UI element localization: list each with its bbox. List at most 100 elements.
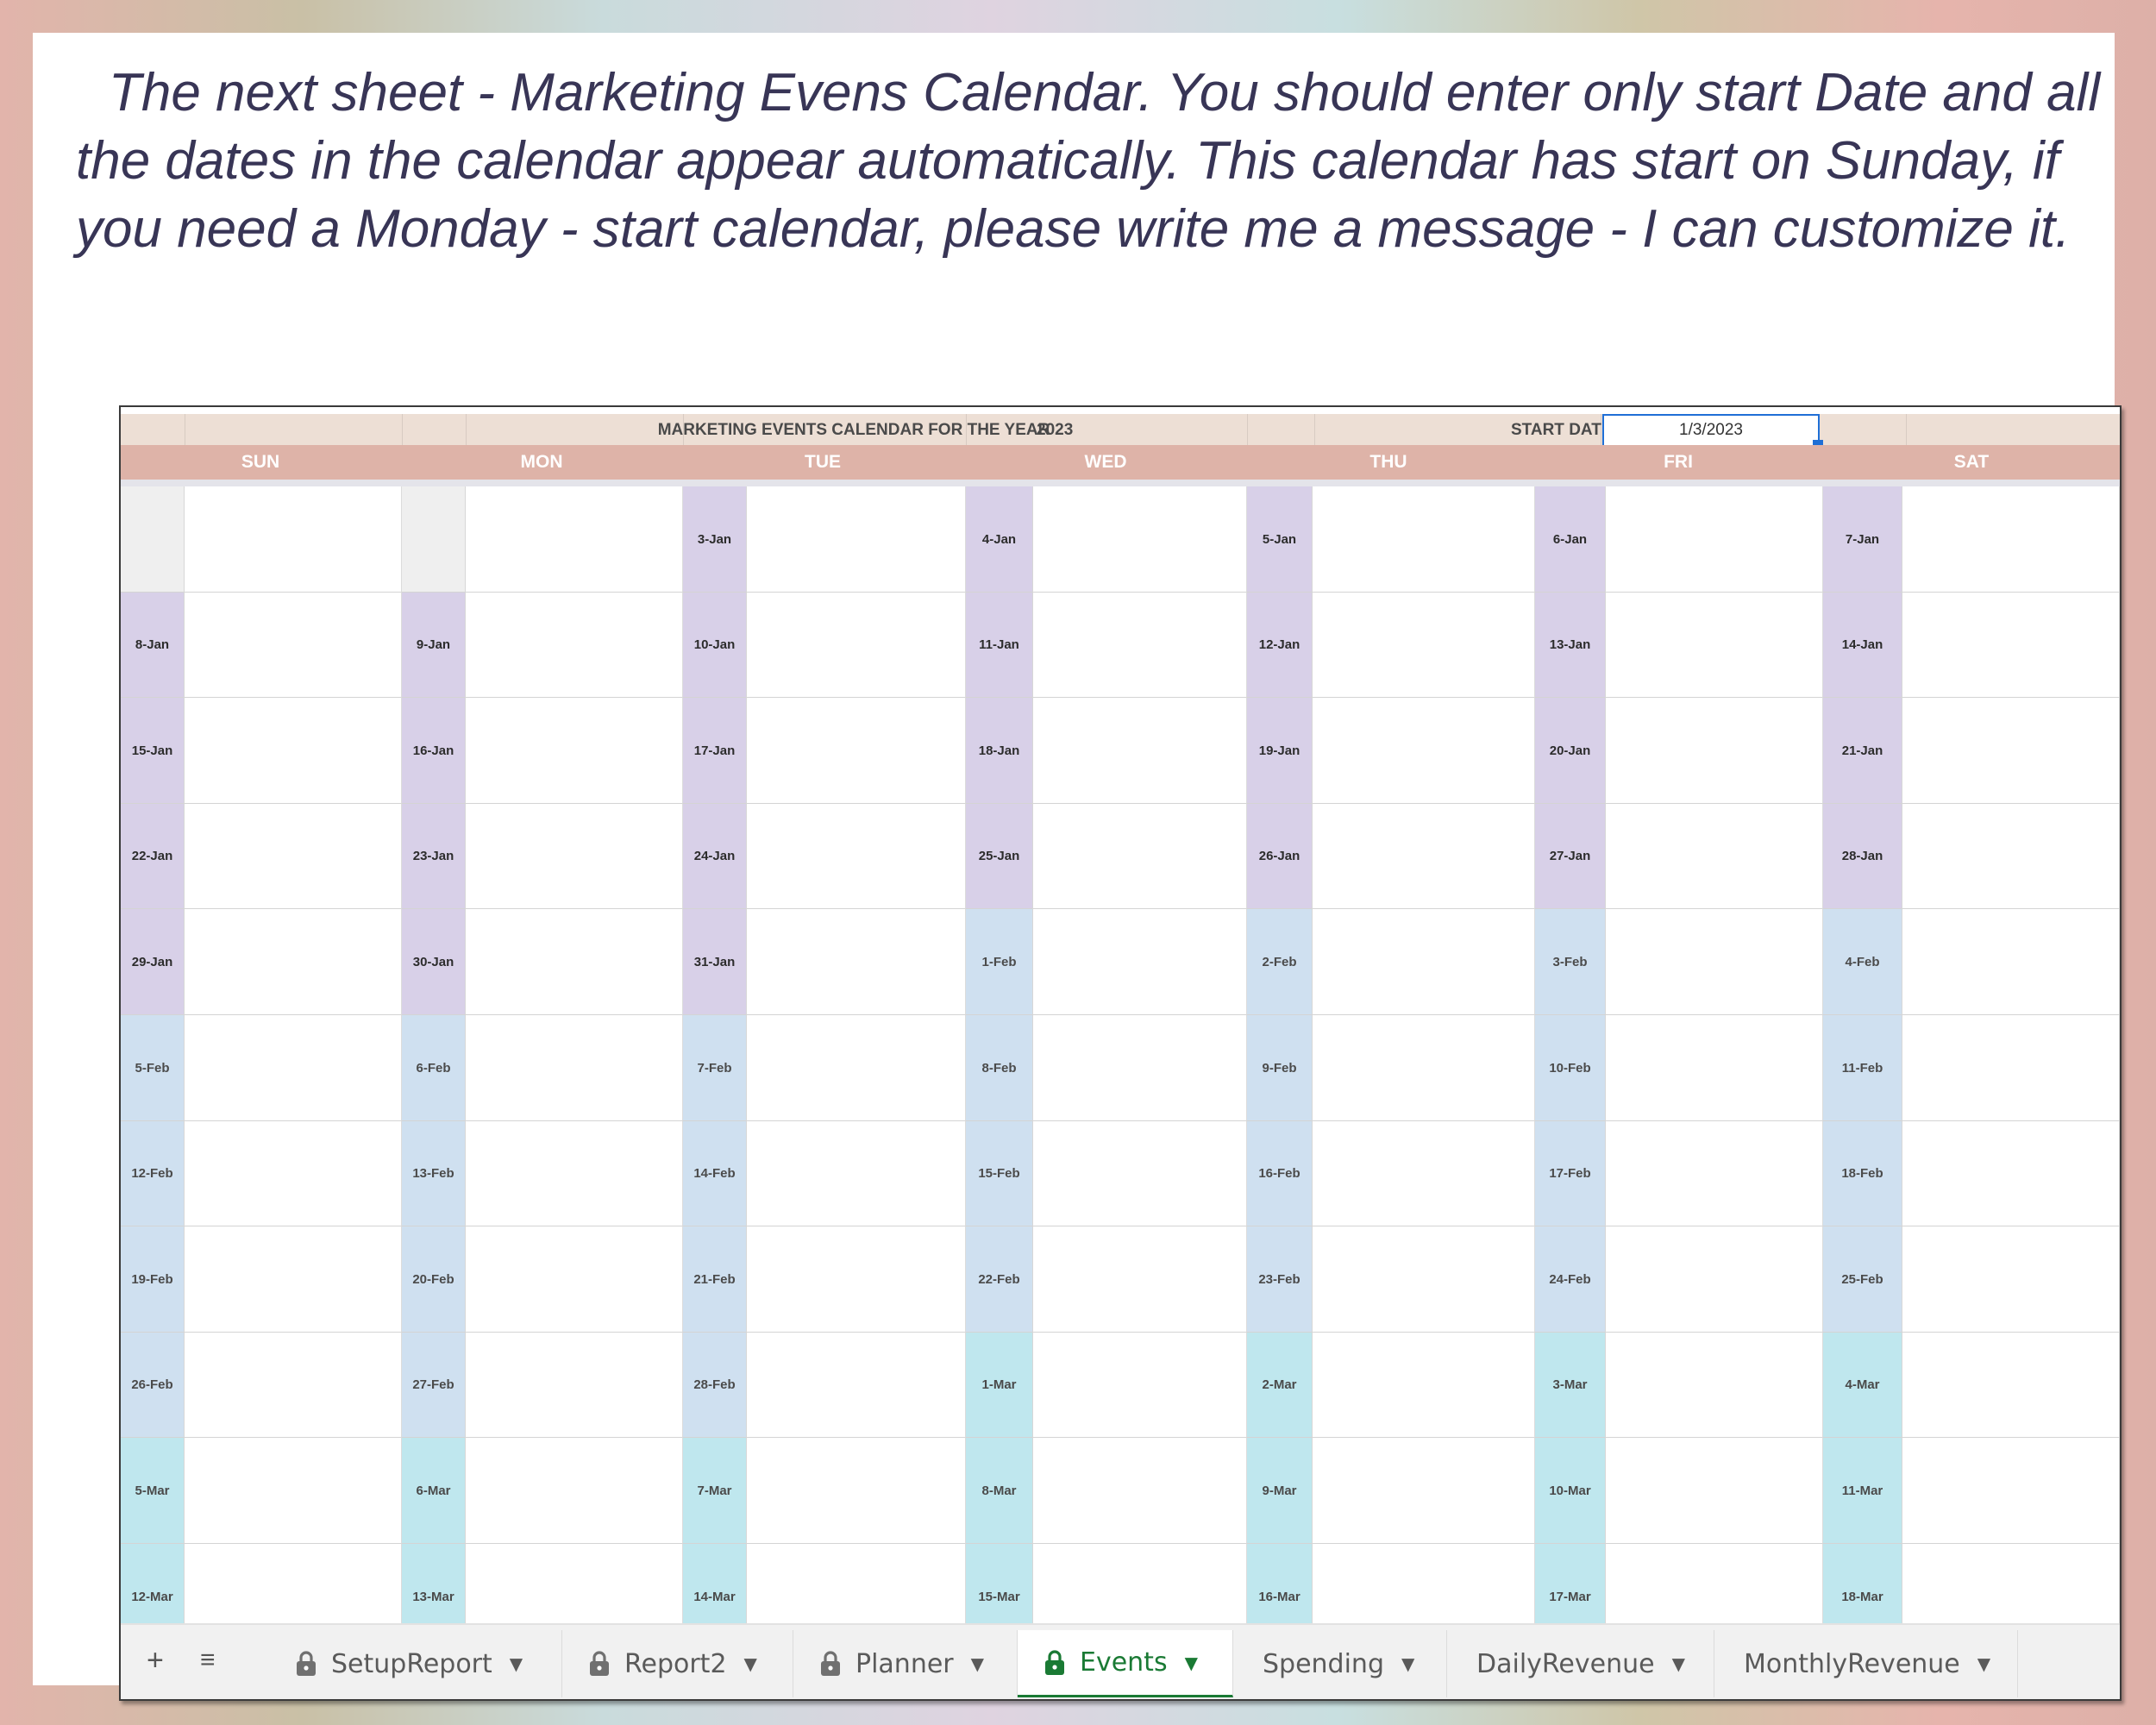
- date-cell[interactable]: 3-Mar: [1535, 1333, 1606, 1438]
- event-note-cell[interactable]: [1606, 1121, 1823, 1226]
- event-note-cell[interactable]: [747, 593, 966, 698]
- event-note-cell[interactable]: [1606, 698, 1823, 804]
- date-cell[interactable]: 9-Jan: [402, 593, 466, 698]
- date-cell[interactable]: 17-Jan: [683, 698, 747, 804]
- date-cell[interactable]: 10-Mar: [1535, 1438, 1606, 1544]
- date-cell[interactable]: 14-Feb: [683, 1121, 747, 1226]
- event-note-cell[interactable]: [1902, 1333, 2120, 1438]
- tab-planner[interactable]: Planner ▼: [793, 1630, 1018, 1697]
- date-cell[interactable]: 21-Feb: [683, 1226, 747, 1333]
- date-cell[interactable]: 15-Jan: [121, 698, 185, 804]
- event-note-cell[interactable]: [185, 1121, 402, 1226]
- date-cell[interactable]: 4-Mar: [1823, 1333, 1902, 1438]
- event-note-cell[interactable]: [1313, 804, 1535, 909]
- date-cell[interactable]: 4-Feb: [1823, 909, 1902, 1015]
- event-note-cell[interactable]: [466, 1333, 683, 1438]
- event-note-cell[interactable]: [747, 486, 966, 593]
- event-note-cell[interactable]: [747, 804, 966, 909]
- date-cell[interactable]: [402, 486, 466, 593]
- event-note-cell[interactable]: [185, 1226, 402, 1333]
- date-cell[interactable]: 22-Feb: [966, 1226, 1033, 1333]
- event-note-cell[interactable]: [1902, 1438, 2120, 1544]
- event-note-cell[interactable]: [1606, 1015, 1823, 1121]
- event-note-cell[interactable]: [747, 1438, 966, 1544]
- event-note-cell[interactable]: [466, 1226, 683, 1333]
- caret-down-icon[interactable]: ▼: [744, 1653, 757, 1674]
- date-cell[interactable]: 22-Jan: [121, 804, 185, 909]
- date-cell[interactable]: 25-Feb: [1823, 1226, 1902, 1333]
- event-note-cell[interactable]: [1313, 1333, 1535, 1438]
- date-cell[interactable]: 31-Jan: [683, 909, 747, 1015]
- date-cell[interactable]: 14-Jan: [1823, 593, 1902, 698]
- event-note-cell[interactable]: [1033, 1333, 1247, 1438]
- event-note-cell[interactable]: [747, 1015, 966, 1121]
- date-cell[interactable]: 26-Feb: [121, 1333, 185, 1438]
- date-cell[interactable]: 9-Mar: [1247, 1438, 1313, 1544]
- date-cell[interactable]: 5-Mar: [121, 1438, 185, 1544]
- start-date-input[interactable]: 1/3/2023: [1602, 414, 1820, 447]
- tab-events[interactable]: Events ▼: [1018, 1630, 1233, 1697]
- date-cell[interactable]: 23-Jan: [402, 804, 466, 909]
- event-note-cell[interactable]: [1033, 593, 1247, 698]
- event-note-cell[interactable]: [747, 698, 966, 804]
- event-note-cell[interactable]: [1033, 1015, 1247, 1121]
- event-note-cell[interactable]: [466, 593, 683, 698]
- event-note-cell[interactable]: [1033, 486, 1247, 593]
- event-note-cell[interactable]: [1313, 1015, 1535, 1121]
- date-cell[interactable]: 4-Jan: [966, 486, 1033, 593]
- event-note-cell[interactable]: [466, 1015, 683, 1121]
- caret-down-icon[interactable]: ▼: [1401, 1653, 1414, 1674]
- event-note-cell[interactable]: [1033, 1226, 1247, 1333]
- date-cell[interactable]: 8-Jan: [121, 593, 185, 698]
- date-cell[interactable]: 28-Feb: [683, 1333, 747, 1438]
- caret-down-icon[interactable]: ▼: [1977, 1653, 1990, 1674]
- date-cell[interactable]: 11-Feb: [1823, 1015, 1902, 1121]
- date-cell[interactable]: 3-Feb: [1535, 909, 1606, 1015]
- event-note-cell[interactable]: [1033, 804, 1247, 909]
- date-cell[interactable]: 24-Jan: [683, 804, 747, 909]
- date-cell[interactable]: 17-Feb: [1535, 1121, 1606, 1226]
- date-cell[interactable]: 21-Jan: [1823, 698, 1902, 804]
- caret-down-icon[interactable]: ▼: [1672, 1653, 1685, 1674]
- event-note-cell[interactable]: [185, 1333, 402, 1438]
- date-cell[interactable]: 5-Jan: [1247, 486, 1313, 593]
- date-cell[interactable]: 24-Feb: [1535, 1226, 1606, 1333]
- date-cell[interactable]: 27-Feb: [402, 1333, 466, 1438]
- event-note-cell[interactable]: [1606, 1333, 1823, 1438]
- date-cell[interactable]: 15-Feb: [966, 1121, 1033, 1226]
- event-note-cell[interactable]: [1902, 909, 2120, 1015]
- date-cell[interactable]: 1-Mar: [966, 1333, 1033, 1438]
- event-note-cell[interactable]: [1902, 1121, 2120, 1226]
- event-note-cell[interactable]: [1033, 698, 1247, 804]
- caret-down-icon[interactable]: ▼: [1185, 1653, 1198, 1673]
- event-note-cell[interactable]: [1902, 593, 2120, 698]
- event-note-cell[interactable]: [1313, 698, 1535, 804]
- date-cell[interactable]: 6-Feb: [402, 1015, 466, 1121]
- date-cell[interactable]: 19-Jan: [1247, 698, 1313, 804]
- event-note-cell[interactable]: [1606, 486, 1823, 593]
- date-cell[interactable]: 5-Feb: [121, 1015, 185, 1121]
- date-cell[interactable]: 16-Feb: [1247, 1121, 1313, 1226]
- date-cell[interactable]: 9-Feb: [1247, 1015, 1313, 1121]
- date-cell[interactable]: 29-Jan: [121, 909, 185, 1015]
- caret-down-icon[interactable]: ▼: [971, 1653, 984, 1674]
- event-note-cell[interactable]: [466, 486, 683, 593]
- tab-dailyrevenue[interactable]: DailyRevenue ▼: [1447, 1630, 1714, 1697]
- date-cell[interactable]: 26-Jan: [1247, 804, 1313, 909]
- date-cell[interactable]: 13-Feb: [402, 1121, 466, 1226]
- date-cell[interactable]: 2-Mar: [1247, 1333, 1313, 1438]
- event-note-cell[interactable]: [185, 698, 402, 804]
- date-cell[interactable]: [121, 486, 185, 593]
- event-note-cell[interactable]: [1902, 804, 2120, 909]
- date-cell[interactable]: 7-Feb: [683, 1015, 747, 1121]
- event-note-cell[interactable]: [1606, 909, 1823, 1015]
- date-cell[interactable]: 12-Feb: [121, 1121, 185, 1226]
- event-note-cell[interactable]: [1033, 1438, 1247, 1544]
- date-cell[interactable]: 23-Feb: [1247, 1226, 1313, 1333]
- date-cell[interactable]: 7-Jan: [1823, 486, 1902, 593]
- plus-icon[interactable]: +: [147, 1644, 164, 1678]
- event-note-cell[interactable]: [1606, 593, 1823, 698]
- event-note-cell[interactable]: [466, 804, 683, 909]
- date-cell[interactable]: 27-Jan: [1535, 804, 1606, 909]
- date-cell[interactable]: 18-Feb: [1823, 1121, 1902, 1226]
